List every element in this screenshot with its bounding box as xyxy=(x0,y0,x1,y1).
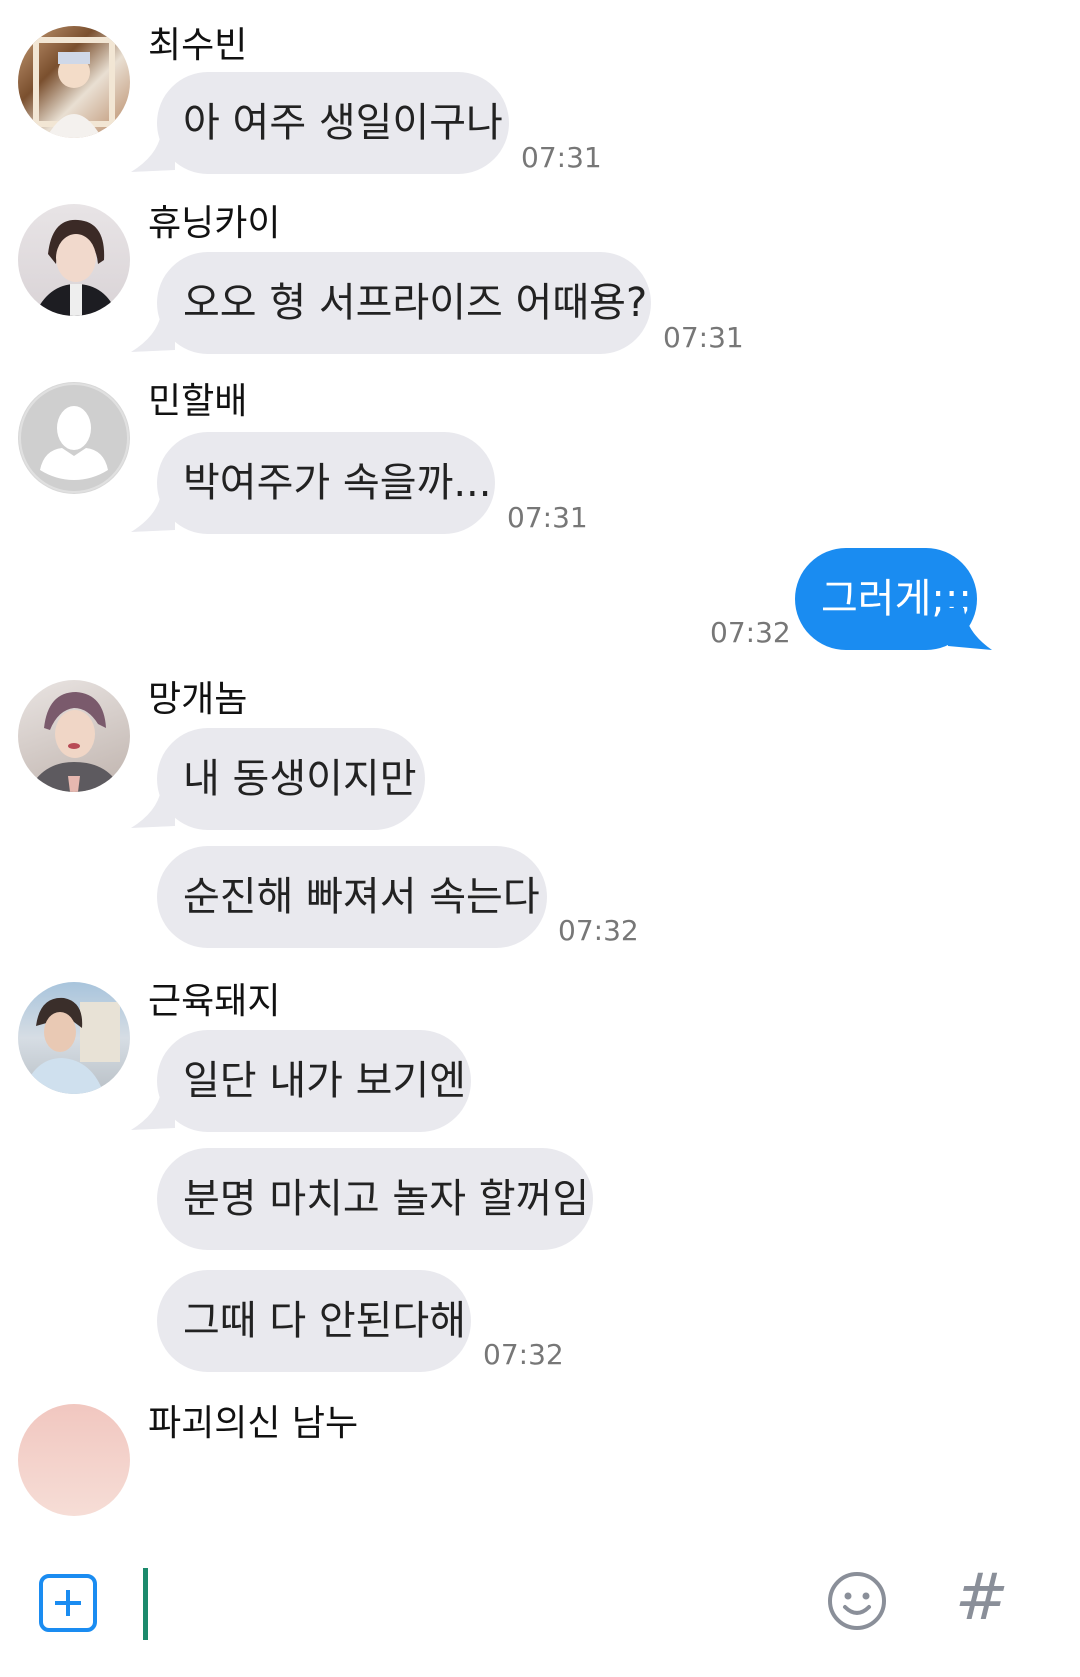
avatar[interactable] xyxy=(18,1404,130,1516)
message-bubble[interactable]: 내 동생이지만 xyxy=(157,728,425,830)
message-time: 07:31 xyxy=(507,501,588,534)
message-bubble[interactable]: 순진해 빠져서 속는다 xyxy=(157,846,547,948)
hashtag-button[interactable]: # xyxy=(955,1562,1009,1634)
avatar[interactable] xyxy=(18,26,130,138)
message-time: 07:31 xyxy=(663,321,744,354)
message-bubble[interactable]: 분명 마치고 놀자 할꺼임 xyxy=(157,1148,593,1250)
avatar[interactable] xyxy=(18,680,130,792)
sender-name: 근육돼지 xyxy=(148,981,281,1022)
avatar-placeholder-icon[interactable] xyxy=(18,382,130,494)
message-input-cursor[interactable] xyxy=(143,1568,148,1640)
sender-name: 최수빈 xyxy=(148,25,248,66)
message-time: 07:31 xyxy=(521,141,602,174)
avatar[interactable] xyxy=(18,204,130,316)
sender-name: 민할배 xyxy=(148,381,248,422)
message-time: 07:32 xyxy=(483,1338,564,1371)
message-time: 07:32 xyxy=(710,616,791,649)
sender-name: 파괴의신 남누 xyxy=(148,1403,359,1444)
message-bubble[interactable]: 일단 내가 보기엔 xyxy=(157,1030,471,1132)
avatar[interactable] xyxy=(18,982,130,1094)
message-composer: # xyxy=(0,1540,1080,1677)
bubble-tail xyxy=(946,608,992,650)
message-time: 07:32 xyxy=(558,914,639,947)
message-bubble[interactable]: 그때 다 안된다해 xyxy=(157,1270,471,1372)
smiley-icon[interactable] xyxy=(826,1570,888,1632)
message-bubble[interactable]: 아 여주 생일이구나 xyxy=(157,72,509,174)
message-bubble[interactable]: 오오 형 서프라이즈 어때용? xyxy=(157,252,651,354)
sender-name: 망개놈 xyxy=(148,679,248,720)
message-bubble[interactable]: 박여주가 속을까... xyxy=(157,432,495,534)
sender-name: 휴닝카이 xyxy=(148,203,281,244)
plus-square-icon[interactable] xyxy=(39,1574,97,1632)
chat-area[interactable]: 최수빈 아 여주 생일이구나 07:31 휴닝카이 오오 형 서프라이즈 어때용… xyxy=(0,0,1080,1540)
